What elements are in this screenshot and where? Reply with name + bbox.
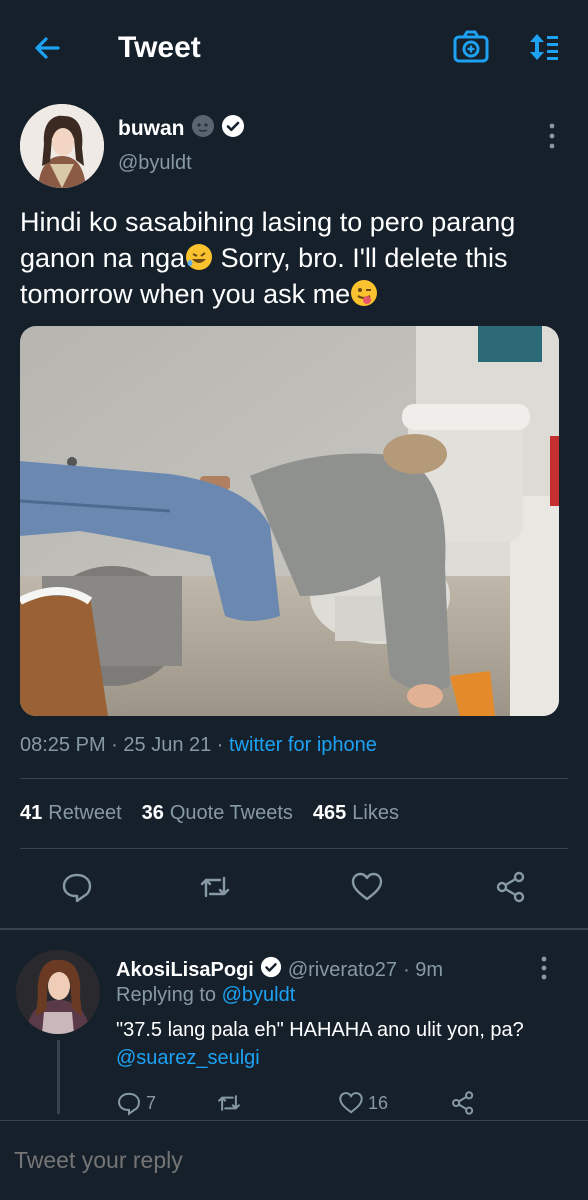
reply-retweet-button[interactable] (216, 1090, 242, 1116)
more-options-icon[interactable] (532, 954, 556, 984)
more-options-icon[interactable] (540, 120, 564, 152)
like-heart-icon (339, 1092, 363, 1114)
tweet-text-line: ganon na nga (20, 243, 186, 273)
reply-avatar[interactable] (16, 950, 100, 1034)
retweets-stat[interactable]: 41 Retweet (20, 802, 122, 825)
tweet-photo[interactable] (20, 326, 559, 716)
reply-icon (118, 1092, 140, 1116)
thread-line (57, 1040, 60, 1114)
like-count: 16 (368, 1092, 389, 1113)
divider (20, 778, 568, 779)
camera-icon[interactable] (450, 26, 492, 68)
like-heart-icon[interactable] (350, 870, 384, 904)
reply-share-button[interactable] (450, 1090, 476, 1116)
reply-time: · 9m (403, 958, 444, 981)
reply-author-row: AkosiLisaPogi @riverato27 · 9m (116, 956, 443, 984)
page-title: Tweet (118, 31, 201, 64)
tweet-text: Hindi ko sasabihing lasing to pero paran… (20, 204, 568, 312)
engagement-stats: 41 Retweet 36 Quote Tweets 465 Likes (20, 802, 399, 825)
tweet-source-link[interactable]: twitter for iphone (229, 734, 377, 756)
reply-reply-button[interactable]: 7 (116, 1090, 156, 1116)
tweet-timestamp: 08:25 PM · 25 Jun 21 · twitter for iphon… (20, 734, 377, 756)
reply-icon[interactable] (60, 870, 94, 904)
replying-to-link[interactable]: @byuldt (222, 984, 296, 1006)
avatar[interactable] (20, 104, 104, 188)
reply-body: "37.5 lang pala eh" HAHAHA ano ulit yon,… (116, 1019, 524, 1041)
retweet-icon (218, 1095, 240, 1111)
reply-action-bar: 7 16 (116, 1090, 516, 1120)
display-name[interactable]: buwan (118, 117, 185, 141)
tweet-time: 08:25 PM (20, 734, 106, 756)
author-row: buwan (118, 114, 245, 143)
share-icon (452, 1091, 474, 1115)
verified-badge-icon (260, 956, 282, 984)
replying-prefix: Replying to (116, 984, 222, 1006)
divider (0, 1120, 588, 1121)
reply-count: 7 (146, 1092, 157, 1113)
winking-tongue-emoji-icon (350, 279, 378, 307)
tweet-text-line: tomorrow when you ask me (20, 279, 351, 309)
reply-handle[interactable]: @riverato27 (288, 959, 397, 982)
retweet-icon[interactable] (198, 870, 232, 904)
reply-display-name[interactable]: AkosiLisaPogi (116, 959, 254, 982)
sort-icon[interactable] (520, 26, 562, 68)
tweet-text-line: Hindi ko sasabihing lasing to pero paran… (20, 207, 516, 237)
share-icon[interactable] (494, 870, 528, 904)
new-moon-emoji-icon (191, 114, 215, 143)
mention-link[interactable]: @suarez_seulgi (116, 1047, 260, 1069)
tweet-date: 25 Jun 21 (123, 734, 212, 756)
reply-like-button[interactable]: 16 (338, 1090, 388, 1116)
reply-composer (0, 1120, 588, 1200)
author-handle[interactable]: @byuldt (118, 152, 192, 175)
tweet-text-line: Sorry, bro. I'll delete this (213, 243, 508, 273)
tweet-action-bar (0, 860, 588, 916)
top-app-bar: Tweet (0, 0, 588, 96)
quote-tweets-stat[interactable]: 36 Quote Tweets (142, 802, 293, 825)
divider (20, 848, 568, 849)
reply-text: "37.5 lang pala eh" HAHAHA ano ulit yon,… (116, 1016, 556, 1072)
likes-stat[interactable]: 465 Likes (313, 802, 399, 825)
divider (0, 928, 588, 930)
rofl-emoji-icon (185, 243, 213, 271)
replying-to: Replying to @byuldt (116, 984, 295, 1007)
verified-badge-icon (221, 114, 245, 143)
back-arrow-icon[interactable] (28, 28, 68, 68)
reply-input[interactable] (14, 1140, 574, 1180)
